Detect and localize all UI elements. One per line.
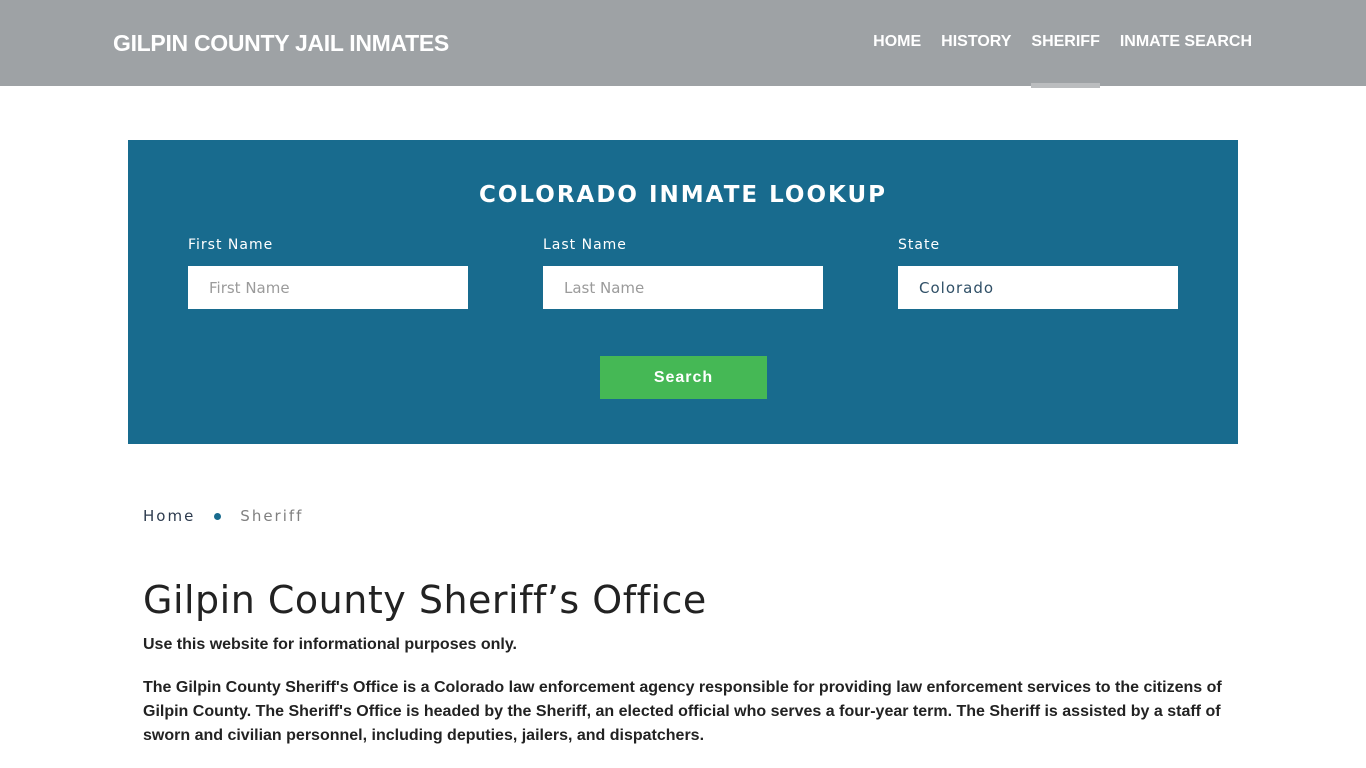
first-name-label: First Name [188, 237, 274, 253]
intro-text: Use this website for informational purpo… [143, 636, 517, 653]
nav-inmate-search[interactable]: INMATE SEARCH [1120, 33, 1252, 89]
last-name-input[interactable] [543, 266, 823, 309]
main-nav: HOME HISTORY SHERIFF INMATE SEARCH [853, 33, 1252, 89]
site-brand-link[interactable]: GILPIN COUNTY JAIL INMATES [113, 30, 449, 57]
last-name-label: Last Name [543, 237, 627, 253]
first-name-input[interactable] [188, 266, 468, 309]
lookup-title: COLORADO INMATE LOOKUP [479, 182, 887, 208]
breadcrumb-home[interactable]: Home [143, 507, 195, 525]
breadcrumb: Home Sheriff [143, 507, 303, 525]
page-title: Gilpin County Sheriff’s Office [143, 578, 707, 622]
breadcrumb-separator-dot [214, 512, 222, 520]
state-group: State [898, 237, 1178, 309]
state-input[interactable] [898, 266, 1178, 309]
inmate-lookup-panel: COLORADO INMATE LOOKUP First Name Last N… [128, 140, 1238, 444]
first-name-group: First Name [188, 237, 468, 309]
state-label: State [898, 237, 941, 253]
nav-home[interactable]: HOME [873, 33, 921, 89]
search-button[interactable]: Search [600, 356, 767, 399]
last-name-group: Last Name [543, 237, 823, 309]
nav-history[interactable]: HISTORY [941, 33, 1011, 89]
breadcrumb-current: Sheriff [240, 507, 304, 525]
site-header: GILPIN COUNTY JAIL INMATES HOME HISTORY … [0, 0, 1366, 89]
nav-sheriff[interactable]: SHERIFF [1031, 33, 1101, 89]
body-paragraph: The Gilpin County Sheriff's Office is a … [143, 679, 1222, 744]
